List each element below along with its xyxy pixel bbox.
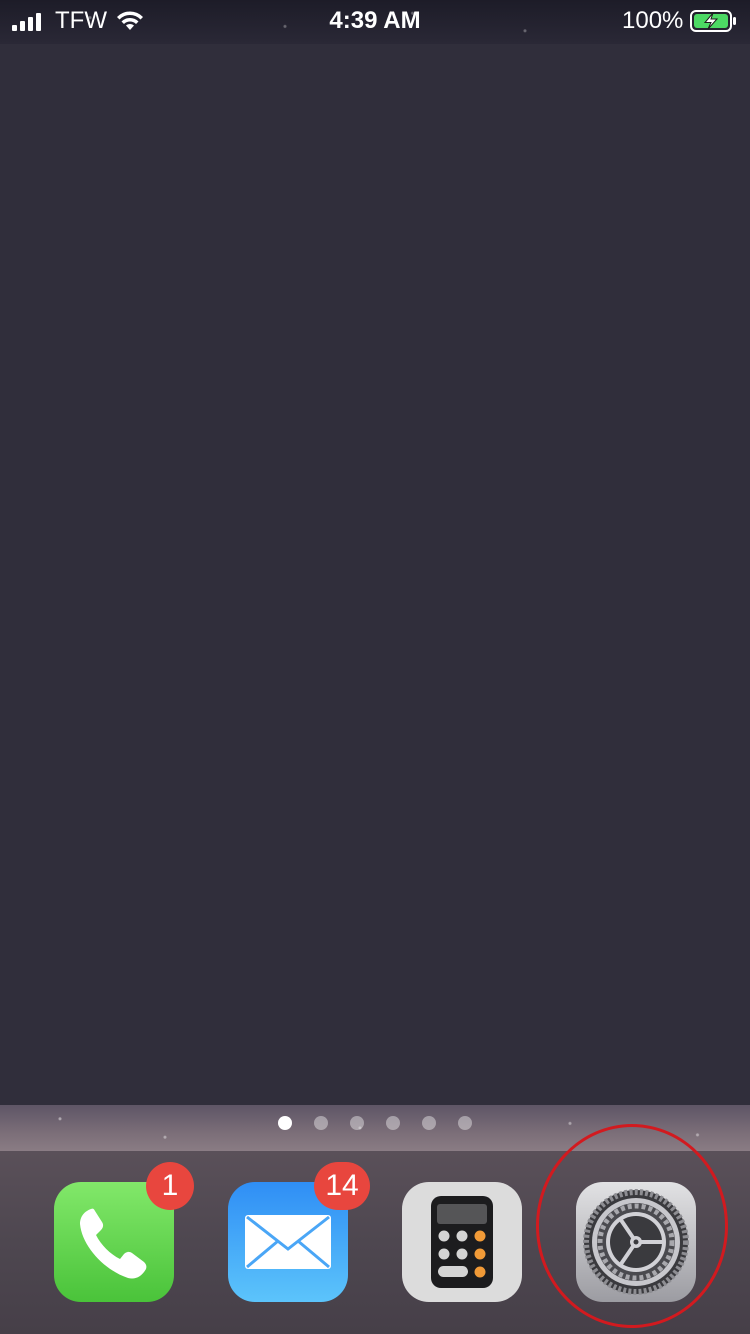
gear-icon <box>583 1189 689 1295</box>
battery-percent: 100% <box>622 7 684 34</box>
calculator-app-icon[interactable] <box>402 1182 522 1302</box>
phone-badge: 1 <box>146 1162 194 1210</box>
status-bar: TFW 4:39 AM 100% <box>0 0 750 44</box>
mail-badge: 14 <box>314 1162 370 1210</box>
page-dot[interactable] <box>278 1116 292 1130</box>
home-page-area[interactable] <box>0 44 750 1105</box>
page-indicator[interactable] <box>0 1116 750 1132</box>
settings-app-icon[interactable] <box>576 1182 696 1302</box>
page-dot[interactable] <box>422 1116 436 1130</box>
home-screen[interactable]: TFW 4:39 AM 100% 1 14 <box>0 0 750 1334</box>
page-dot[interactable] <box>386 1116 400 1130</box>
page-dot[interactable] <box>314 1116 328 1130</box>
page-dot[interactable] <box>458 1116 472 1130</box>
battery-charging-icon <box>690 10 736 32</box>
calculator-icon <box>431 1196 493 1288</box>
page-dot[interactable] <box>350 1116 364 1130</box>
